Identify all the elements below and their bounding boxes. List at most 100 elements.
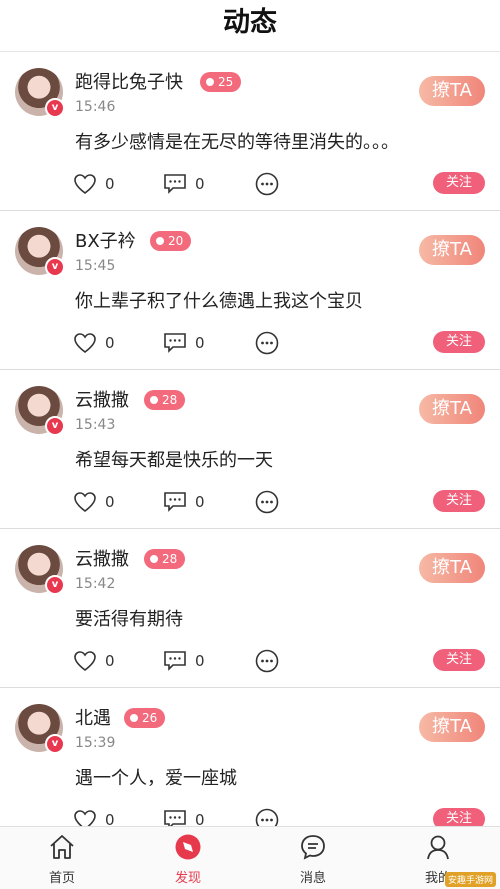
like-button[interactable]: 0	[73, 489, 115, 515]
post-actions: 0 0	[73, 489, 483, 515]
location-pin-icon	[206, 78, 214, 86]
like-button[interactable]: 0	[73, 807, 115, 826]
comment-count: 0	[195, 652, 205, 670]
follow-button[interactable]: 关注	[433, 649, 485, 671]
location-pin-icon	[156, 237, 164, 245]
post-actions: 0 0	[73, 807, 483, 826]
user-icon	[427, 835, 449, 860]
more-icon	[255, 649, 279, 673]
comment-icon	[164, 174, 186, 194]
flirt-button[interactable]: 撩TA	[419, 712, 485, 742]
more-button[interactable]	[255, 330, 279, 356]
flirt-button[interactable]: 撩TA	[419, 235, 485, 265]
tab-home[interactable]: 首页	[22, 833, 102, 886]
more-button[interactable]	[255, 489, 279, 515]
verified-icon: v	[45, 98, 65, 118]
comment-icon	[164, 492, 186, 512]
post-card: v 跑得比兔子快 25 15:46 撩TA 有多少感情是在无尽的等待里消失的。。…	[0, 52, 500, 211]
post-content: 遇一个人，爱一座城	[75, 768, 237, 789]
level-badge: 26	[124, 708, 166, 728]
post-time: 15:43	[75, 417, 116, 433]
post-time: 15:39	[75, 735, 116, 751]
post-content: 希望每天都是快乐的一天	[75, 450, 273, 471]
verified-icon: v	[45, 575, 65, 595]
comment-count: 0	[195, 334, 205, 352]
follow-button[interactable]: 关注	[433, 808, 485, 826]
location-pin-icon	[150, 555, 158, 563]
level-badge: 25	[200, 72, 242, 92]
avatar[interactable]: v	[15, 545, 65, 595]
post-content: 有多少感情是在无尽的等待里消失的。。。	[75, 132, 399, 153]
tab-label: 发现	[174, 871, 201, 886]
avatar[interactable]: v	[15, 68, 65, 118]
more-icon	[255, 172, 279, 196]
post-card: v 云撒撒 28 15:42 撩TA 要活得有期待 0 0 关注	[0, 529, 500, 688]
user-name[interactable]: 北遇	[75, 706, 111, 732]
home-icon	[50, 835, 74, 859]
location-pin-icon	[150, 396, 158, 404]
like-count: 0	[105, 334, 115, 352]
post-content: 你上辈子积了什么德遇上我这个宝贝	[75, 291, 363, 312]
comment-count: 0	[195, 175, 205, 193]
user-name[interactable]: 云撒撒	[75, 388, 129, 414]
more-icon	[255, 331, 279, 355]
more-icon	[255, 490, 279, 514]
user-name[interactable]: BX子衿	[75, 229, 136, 255]
avatar[interactable]: v	[15, 704, 65, 754]
tab-label: 首页	[48, 871, 75, 886]
post-card: v 北遇 26 15:39 撩TA 遇一个人，爱一座城 0 0 关注	[0, 688, 500, 826]
comment-count: 0	[195, 493, 205, 511]
more-button[interactable]	[255, 171, 279, 197]
post-card: v BX子衿 20 15:45 撩TA 你上辈子积了什么德遇上我这个宝贝 0 0…	[0, 211, 500, 370]
post-actions: 0 0	[73, 330, 483, 356]
location-pin-icon	[130, 714, 138, 722]
post-time: 15:45	[75, 258, 116, 274]
verified-icon: v	[45, 734, 65, 754]
post-card: v 云撒撒 28 15:43 撩TA 希望每天都是快乐的一天 0 0 关注	[0, 370, 500, 529]
like-button[interactable]: 0	[73, 171, 115, 197]
flirt-button[interactable]: 撩TA	[419, 394, 485, 424]
like-button[interactable]: 0	[73, 330, 115, 356]
heart-icon	[74, 492, 96, 513]
top-bar: 动态	[0, 0, 500, 52]
heart-icon	[74, 810, 96, 826]
verified-icon: v	[45, 257, 65, 277]
level-number: 28	[162, 552, 178, 566]
comment-icon	[164, 810, 186, 826]
heart-icon	[74, 174, 96, 195]
compass-icon	[175, 834, 201, 860]
follow-button[interactable]: 关注	[433, 490, 485, 512]
post-actions: 0 0	[73, 648, 483, 674]
site-watermark: 安趣手游网	[444, 872, 496, 887]
level-number: 25	[218, 75, 234, 89]
more-button[interactable]	[255, 648, 279, 674]
user-name[interactable]: 跑得比兔子快	[75, 70, 183, 96]
level-number: 28	[162, 393, 178, 407]
flirt-button[interactable]: 撩TA	[419, 76, 485, 106]
heart-icon	[74, 651, 96, 672]
more-icon	[255, 808, 279, 826]
follow-button[interactable]: 关注	[433, 331, 485, 353]
comment-button[interactable]: 0	[163, 171, 205, 197]
post-feed[interactable]: v 跑得比兔子快 25 15:46 撩TA 有多少感情是在无尽的等待里消失的。。…	[0, 52, 500, 826]
like-count: 0	[105, 652, 115, 670]
avatar[interactable]: v	[15, 386, 65, 436]
post-time: 15:46	[75, 99, 116, 115]
level-badge: 28	[144, 549, 186, 569]
comment-icon	[164, 651, 186, 671]
comment-button[interactable]: 0	[163, 330, 205, 356]
chat-icon	[301, 835, 325, 860]
like-button[interactable]: 0	[73, 648, 115, 674]
follow-button[interactable]: 关注	[433, 172, 485, 194]
heart-icon	[74, 333, 96, 354]
comment-button[interactable]: 0	[163, 489, 205, 515]
tab-messages[interactable]: 消息	[273, 833, 353, 886]
user-name[interactable]: 云撒撒	[75, 547, 129, 573]
tab-label: 消息	[299, 871, 326, 886]
tab-discover[interactable]: 发现	[148, 833, 228, 886]
avatar[interactable]: v	[15, 227, 65, 277]
comment-button[interactable]: 0	[163, 807, 205, 826]
flirt-button[interactable]: 撩TA	[419, 553, 485, 583]
comment-button[interactable]: 0	[163, 648, 205, 674]
more-button[interactable]	[255, 807, 279, 826]
